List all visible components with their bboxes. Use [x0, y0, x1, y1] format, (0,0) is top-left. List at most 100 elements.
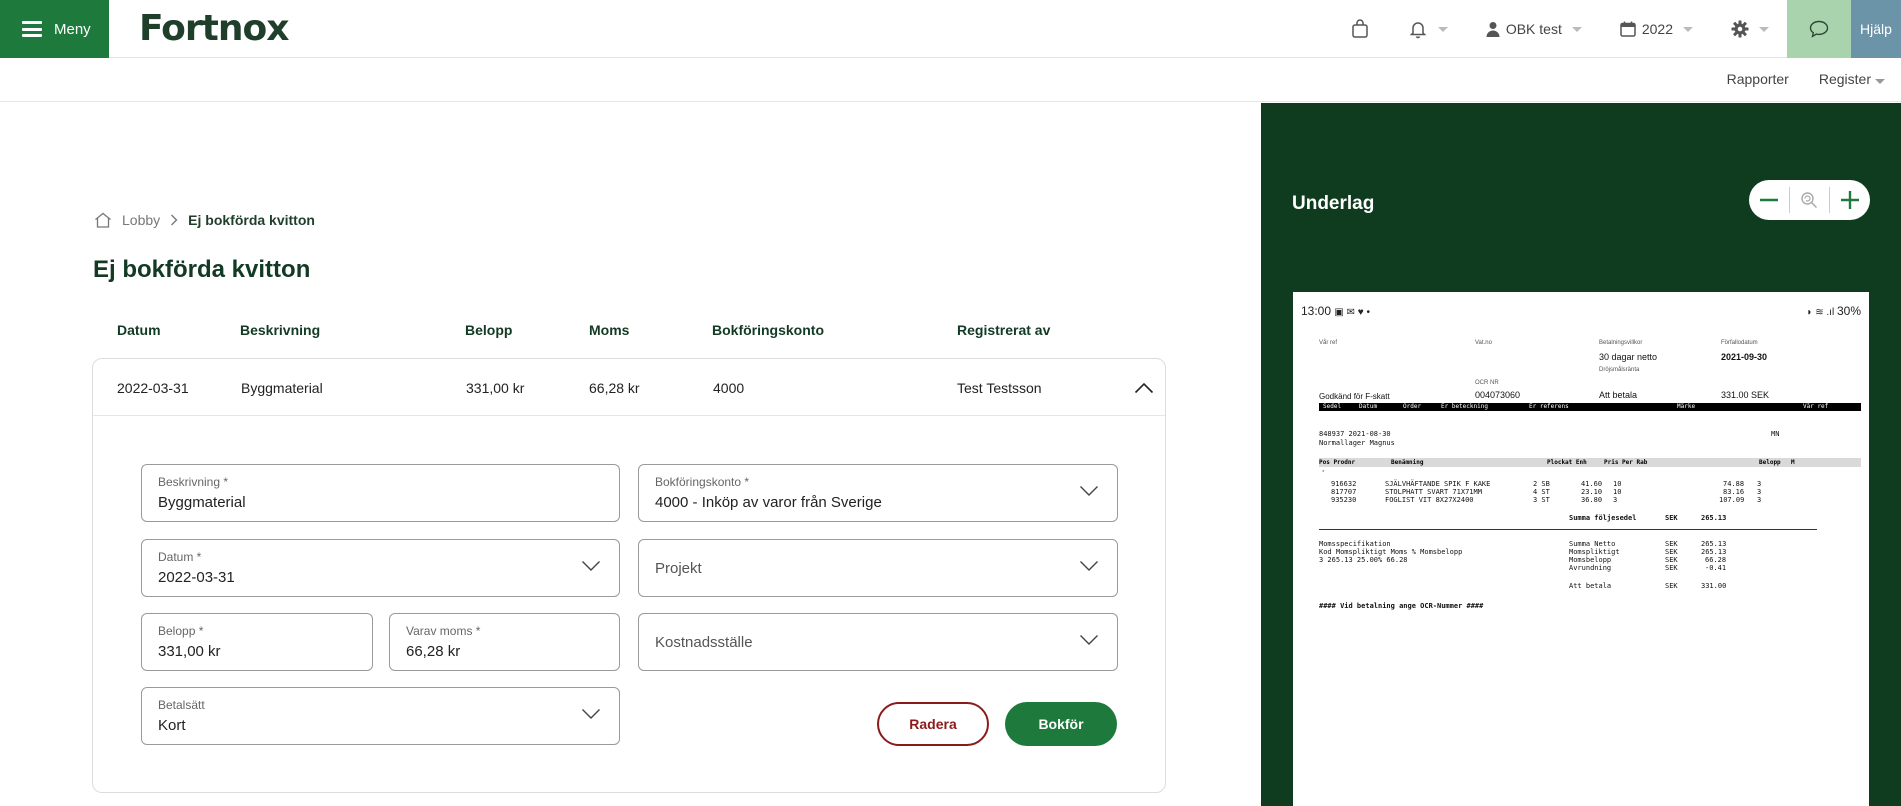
kostnadsstalle-select[interactable]: Kostnadsställe	[638, 613, 1118, 671]
chevron-down-icon	[582, 561, 600, 571]
betalsatt-label: Betalsätt	[158, 698, 205, 712]
beskrivning-label: Beskrivning *	[158, 475, 229, 489]
receipt-order-line: Normallager Magnus	[1319, 439, 1395, 447]
menu-button[interactable]: Meny	[0, 0, 109, 58]
bokforingskonto-select[interactable]: Bokföringskonto * 4000 - Inköp av varor …	[638, 464, 1118, 522]
belopp-value: 331,00 kr	[158, 643, 221, 660]
chevron-down-icon	[1080, 635, 1098, 645]
register-label: Register	[1818, 71, 1871, 87]
chat-bubble-icon	[1809, 20, 1829, 38]
varav-moms-field[interactable]: Varav moms * 66,28 kr	[389, 613, 620, 671]
item-discount: 10	[1613, 480, 1622, 488]
table-row[interactable]: 2022-03-31 Byggmaterial 331,00 kr 66,28 …	[93, 359, 1165, 416]
item-m: 3	[1757, 496, 1762, 504]
chevron-down-icon	[1875, 79, 1885, 84]
row-datum: 2022-03-31	[117, 380, 189, 396]
zoom-controls	[1749, 180, 1870, 220]
receipt-ocr-label: OCR NR	[1475, 380, 1499, 386]
notifications-button[interactable]	[1408, 19, 1448, 39]
top-navigation-bar: Meny Fortnox OBK test 2022 Hjälp	[0, 0, 1901, 58]
total-label: Avrundning	[1569, 564, 1612, 572]
summa-foljesedel-currency: SEK	[1665, 514, 1678, 522]
projekt-placeholder: Projekt	[655, 560, 702, 577]
datum-value: 2022-03-31	[158, 569, 235, 586]
chevron-down-icon	[1759, 26, 1769, 32]
user-menu[interactable]: OBK test	[1486, 21, 1582, 37]
chevron-up-icon	[1134, 382, 1154, 394]
bar-col: Er beteckning	[1441, 403, 1488, 410]
chevron-down-icon	[1571, 26, 1582, 32]
collapse-button[interactable]	[1129, 373, 1159, 403]
breadcrumb-lobby-link[interactable]: Lobby	[122, 212, 160, 228]
row-registrerat-av: Test Testsson	[957, 380, 1042, 396]
att-betala-label: Att betala	[1569, 582, 1612, 590]
delete-button[interactable]: Radera	[877, 702, 989, 746]
receipt-fskatt: Godkänd för F-skatt	[1319, 392, 1390, 401]
receipt-mark: '	[1321, 469, 1326, 477]
reset-zoom-button[interactable]	[1790, 180, 1830, 220]
bell-icon	[1409, 22, 1427, 39]
receipt-footer-note: #### Vid betalning ange OCR-Nummer ####	[1319, 602, 1484, 610]
fiscal-year-menu[interactable]: 2022	[1620, 21, 1693, 37]
chat-button[interactable]	[1787, 0, 1851, 58]
total-value: 66.28	[1705, 556, 1727, 564]
beskrivning-field[interactable]: Beskrivning * Byggmaterial	[141, 464, 620, 522]
receipt-card: 2022-03-31 Byggmaterial 331,00 kr 66,28 …	[92, 358, 1166, 793]
column-header-belopp: Belopp	[465, 322, 513, 338]
bar-col: Sedel	[1323, 403, 1342, 410]
betalsatt-select[interactable]: Betalsätt Kort	[141, 687, 620, 745]
plus-icon	[1841, 191, 1860, 209]
total-label: Momspliktigt	[1569, 548, 1620, 556]
zoom-out-button[interactable]	[1749, 180, 1789, 220]
varav-moms-label: Varav moms *	[406, 624, 481, 638]
item-prodnr: 817707	[1331, 488, 1357, 496]
beskrivning-value: Byggmaterial	[158, 494, 246, 511]
chevron-down-icon	[1080, 561, 1098, 571]
receipt-header-bar: Sedel Datum Order Er beteckning Er refer…	[1319, 403, 1861, 411]
item-qty: 2 SB	[1533, 480, 1550, 488]
total-value: 265.13	[1701, 548, 1727, 556]
home-icon	[95, 212, 111, 228]
breadcrumb: Lobby Ej bokförda kvitton	[94, 212, 315, 228]
shopping-bag-button[interactable]	[1350, 19, 1370, 39]
receipt-image[interactable]: 13:00 ▣ ✉ ♥ • ◗ ≋ .ıl 30% Vår ref Vat.no…	[1293, 292, 1869, 806]
datum-field[interactable]: Datum * 2022-03-31	[141, 539, 620, 597]
varav-moms-value: 66,28 kr	[406, 643, 461, 660]
projekt-select[interactable]: Projekt	[638, 539, 1118, 597]
status-time: 13:00	[1301, 304, 1332, 318]
fortnox-logo[interactable]: Fortnox	[139, 8, 289, 49]
row-bokforingskonto: 4000	[713, 380, 745, 396]
receipt-order-ref: MN	[1771, 430, 1780, 438]
receipt-betalningsvillkor: 30 dagar netto	[1599, 352, 1658, 362]
total-currency: SEK	[1665, 556, 1678, 564]
item-qty: 4 ST	[1533, 488, 1550, 496]
kostnadsstalle-placeholder: Kostnadsställe	[655, 634, 753, 651]
belopp-field[interactable]: Belopp * 331,00 kr	[141, 613, 373, 671]
rapporter-link[interactable]: Rapporter	[1727, 71, 1789, 87]
column-header-registrerat-av: Registrerat av	[957, 322, 1051, 338]
total-currency: SEK	[1665, 548, 1678, 556]
item-price: 23.10	[1581, 488, 1603, 496]
row-belopp: 331,00 kr	[466, 380, 525, 396]
item-name: SJÄLVHÄFTANDE SPIK F KAKE	[1385, 480, 1491, 488]
receipt-order-line: 848937 2021-08-30	[1319, 430, 1391, 438]
bar-col: Märke	[1677, 403, 1696, 410]
page-title: Ej bokförda kvitton	[93, 256, 311, 283]
year-label: 2022	[1641, 21, 1673, 37]
user-label: OBK test	[1505, 21, 1562, 37]
breadcrumb-current: Ej bokförda kvitton	[188, 212, 315, 228]
item-prodnr: 916632	[1331, 480, 1357, 488]
chevron-down-icon	[1683, 26, 1693, 32]
underlag-panel: Underlag 13:00 ▣ ✉ ♥ • ◗ ≋ .ıl 30% Vår r…	[1261, 103, 1901, 806]
att-betala-value: 331.00	[1701, 582, 1727, 590]
summa-foljesedel-label: Summa följesedel	[1569, 514, 1637, 522]
book-button[interactable]: Bokför	[1005, 702, 1117, 746]
register-link[interactable]: Register	[1819, 71, 1885, 87]
receipt-betalningsvillkor-label: Betalningsvillkor	[1599, 340, 1643, 346]
chevron-right-icon	[171, 214, 178, 226]
receipt-att-betala-label: Att betala	[1599, 390, 1638, 400]
settings-menu[interactable]	[1731, 20, 1769, 38]
help-button[interactable]: Hjälp	[1851, 0, 1901, 58]
item-m: 3	[1757, 480, 1762, 488]
zoom-in-button[interactable]	[1830, 180, 1870, 220]
